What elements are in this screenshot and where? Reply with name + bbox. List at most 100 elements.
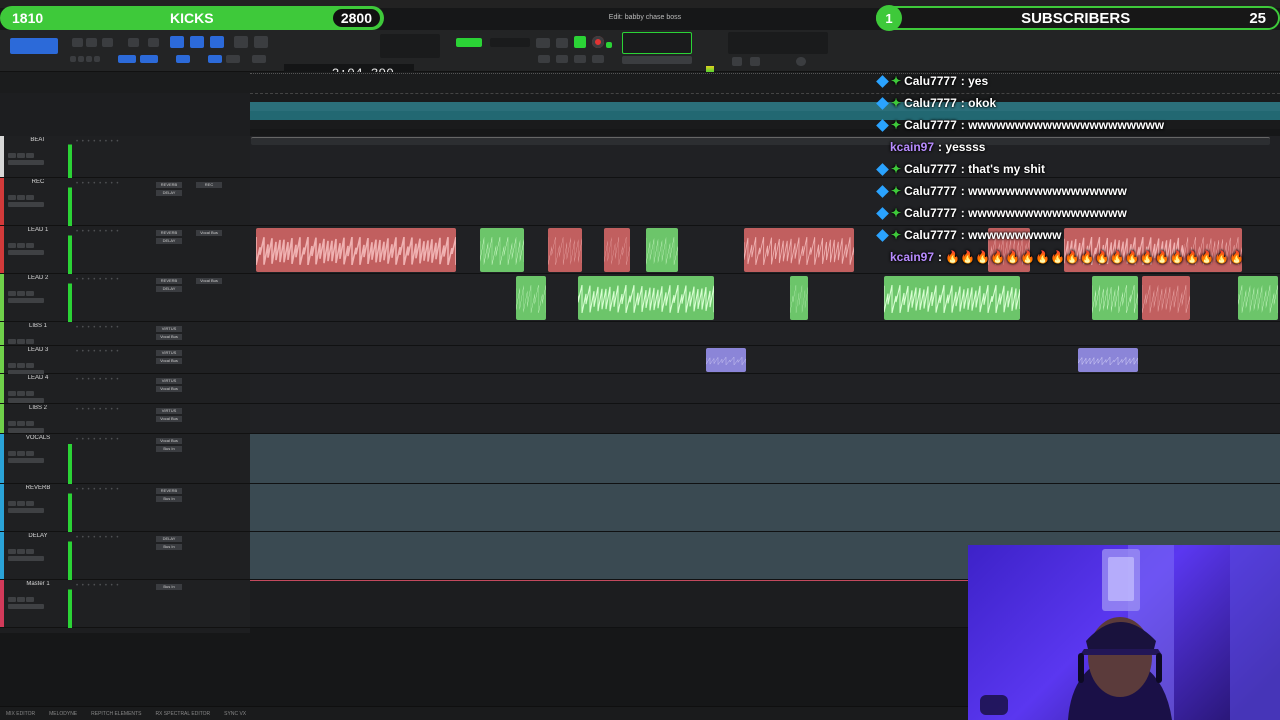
insert-slots[interactable]: • • • • • • • • [76,377,146,383]
tab-to-transient-button[interactable] [176,55,190,63]
send-slot[interactable]: Vocal Bus [156,438,182,444]
track-lane[interactable] [250,322,1280,346]
trim-tool-button[interactable] [128,38,139,47]
track-header[interactable]: LIBS 1 • • • • • • • • VIRTUS Vocal Bus [0,322,250,351]
audio-clip[interactable] [516,276,546,320]
track-header[interactable]: LIBS 2 • • • • • • • • VIRTUS Vocal Bus [0,404,250,434]
track-name[interactable]: DELAY [20,533,56,539]
playlist-view-selector[interactable] [8,548,64,561]
audio-clip[interactable] [256,228,456,272]
send-slot[interactable]: Bus In [156,446,182,452]
send-slot[interactable]: Vocal Bus [156,416,182,422]
playlist-view-selector[interactable] [8,450,64,463]
track-header[interactable]: Master 1 • • • • • • • • Bus In [0,580,250,628]
insert-slots[interactable]: • • • • • • • • [76,535,146,541]
send-slot[interactable]: Bus In [156,584,182,590]
playlist-view-selector[interactable] [8,362,64,375]
loop-button[interactable] [536,38,550,48]
insert-slots[interactable]: • • • • • • • • [76,181,146,187]
mode-shuffle-button[interactable] [10,38,58,54]
audio-clip[interactable] [790,276,808,320]
bottom-tab[interactable]: MELODYNE [49,711,77,717]
audio-clip[interactable] [480,228,524,272]
zoomer-tool-button[interactable] [148,38,159,47]
track-name[interactable]: LEAD 4 [20,375,56,381]
send-slot[interactable]: Vocal Bus [156,358,182,364]
audio-clip[interactable] [646,228,678,272]
send-slot[interactable]: REVERB [156,230,182,236]
insert-slots[interactable]: • • • • • • • • [76,583,146,589]
settings-button[interactable] [750,57,760,66]
track-header[interactable]: VOCALS • • • • • • • • Vocal Bus Bus In [0,434,250,484]
track-name[interactable]: LEAD 1 [20,227,56,233]
track-lane[interactable] [250,434,1280,484]
play-button[interactable] [574,36,586,48]
send-slot[interactable]: DELAY [156,286,182,292]
audio-clip[interactable] [1092,276,1138,320]
send-slot[interactable]: Vocal Bus [196,278,222,284]
insert-slots[interactable]: • • • • • • • • [76,349,146,355]
track-name[interactable]: REVERB [20,485,56,491]
send-slot[interactable]: Vocal Bus [196,230,222,236]
send-slot[interactable]: Vocal Bus [156,386,182,392]
send-slot[interactable]: DELAY [156,190,182,196]
back-button[interactable] [556,55,568,63]
playlist-view-selector[interactable] [8,194,64,207]
send-slot[interactable]: REC [196,182,222,188]
grabber-tool-button[interactable] [190,36,204,48]
smart-tool-button[interactable] [170,36,184,48]
grid-1-button[interactable] [70,56,76,62]
send-slot[interactable]: Bus In [156,544,182,550]
nudge-value[interactable] [456,38,482,47]
insert-slots[interactable]: • • • • • • • • [76,139,146,145]
stop-button[interactable] [556,38,568,48]
send-slot[interactable]: Bus In [156,496,182,502]
record-button[interactable] [592,36,604,48]
insert-slots[interactable]: • • • • • • • • [76,487,146,493]
audio-clip[interactable] [548,228,582,272]
audio-clip[interactable] [744,228,854,272]
insert-slots[interactable]: • • • • • • • • [76,407,146,413]
link-button[interactable] [140,55,158,63]
playlist-view-selector[interactable] [8,420,64,433]
track-name[interactable]: LEAD 2 [20,275,56,281]
track-name[interactable]: LEAD 3 [20,347,56,353]
sync-button[interactable] [796,57,806,66]
track-name[interactable]: REC [20,179,56,185]
audio-clip[interactable] [884,276,1020,320]
playlist-view-selector[interactable] [8,390,64,403]
search-button[interactable] [732,57,742,66]
playlist-view-selector[interactable] [8,338,64,351]
send-slot[interactable]: VIRTUS [156,350,182,356]
audio-clip[interactable] [706,348,746,372]
track-lane[interactable] [250,404,1280,434]
track-header[interactable]: REVERB • • • • • • • • REVERB Bus In [0,484,250,532]
track-lane[interactable] [250,374,1280,404]
track-name[interactable]: VOCALS [20,435,56,441]
mirror-button[interactable] [208,55,222,63]
midi-buttons[interactable] [622,56,692,64]
grid-mode-button[interactable] [118,55,136,63]
bottom-tab[interactable]: RX SPECTRAL EDITOR [155,711,210,717]
zoom-button[interactable] [72,38,83,47]
track-header[interactable]: BEAT • • • • • • • • [0,136,250,178]
insert-slots[interactable]: • • • • • • • • [76,229,146,235]
grid-4-button[interactable] [94,56,100,62]
playlist-view-selector[interactable] [8,290,64,303]
audio-clip[interactable] [578,276,714,320]
bottom-tab[interactable]: REPITCH ELEMENTS [91,711,141,717]
playlist-view-selector[interactable] [8,242,64,255]
pencil-tool-button[interactable] [254,36,268,48]
track-lane[interactable] [250,484,1280,532]
insert-slots[interactable]: • • • • • • • • [76,277,146,283]
playlist-view-selector[interactable] [8,500,64,513]
track-name[interactable]: BEAT [20,137,56,143]
cursor-mode-button[interactable] [252,55,266,63]
insert-slots[interactable]: • • • • • • • • [76,437,146,443]
send-slot[interactable]: DELAY [156,238,182,244]
grid-3-button[interactable] [86,56,92,62]
forward-button[interactable] [574,55,586,63]
send-slot[interactable]: REVERB [156,278,182,284]
nudge-button[interactable] [102,38,113,47]
audio-clip[interactable] [1142,276,1190,320]
